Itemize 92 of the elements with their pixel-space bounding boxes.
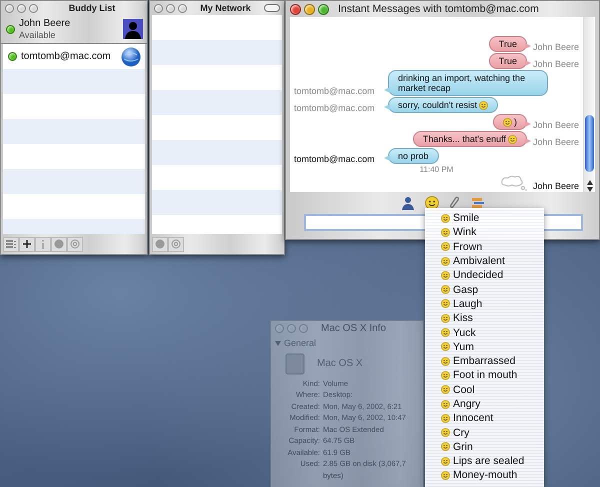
smiley-icon: [441, 442, 450, 452]
smiley-icon: [441, 242, 450, 252]
person-icon[interactable]: [400, 196, 414, 210]
list-icon: [6, 240, 16, 248]
add-button[interactable]: [19, 236, 35, 252]
window-title: Mac OS X Info: [321, 323, 386, 334]
close-button[interactable]: [290, 4, 301, 14]
volume-name: Mac OS X: [317, 358, 363, 370]
info-button[interactable]: [35, 236, 51, 252]
smiley-icon: [441, 385, 450, 394]
close-button[interactable]: [154, 4, 163, 12]
smiley-icon: [441, 299, 450, 308]
plus-icon: [23, 240, 31, 248]
smiley-icon: [502, 118, 512, 126]
window-title: Instant Messages with tomtomb@mac.com: [337, 3, 540, 15]
disclosure-triangle-icon[interactable]: [275, 340, 281, 346]
format-icon[interactable]: [470, 196, 484, 210]
chat-icon: [155, 239, 165, 249]
chat-icon: [54, 239, 64, 249]
smiley-icon: [441, 256, 450, 266]
smiley-icon: [441, 370, 450, 380]
smiley-icon: [441, 400, 450, 408]
smiley-icon: [441, 356, 450, 366]
email-button[interactable]: [67, 236, 83, 252]
menu-item[interactable]: Lips are sealed: [425, 454, 544, 468]
sender-name: John Beere: [532, 42, 579, 52]
menu-item[interactable]: Wink: [425, 225, 544, 240]
smiley-icon: [441, 470, 450, 480]
menu-item[interactable]: Foot in mouth: [425, 368, 544, 383]
menu-item[interactable]: Ambivalent: [425, 254, 544, 268]
zoom-button[interactable]: [178, 4, 187, 12]
scroll-down-arrow-icon[interactable]: [586, 187, 592, 192]
buddy-name: tomtomb@mac.com: [21, 50, 112, 62]
scrollbar[interactable]: [583, 17, 595, 192]
sender-name: tomtomb@mac.com: [294, 86, 376, 96]
avatar-silhouette-icon: [123, 19, 143, 39]
smiley-icon: [441, 285, 450, 294]
smiley-icon: [441, 270, 450, 280]
menu-item[interactable]: Undecided: [425, 268, 544, 282]
menu-item[interactable]: Laugh: [425, 296, 544, 312]
smiley-button-icon: [424, 196, 438, 210]
menu-item[interactable]: Cry: [425, 425, 544, 440]
sender-name: John Beere: [532, 181, 579, 191]
chat-button[interactable]: [152, 236, 168, 252]
smiley-icon: [441, 428, 450, 438]
list-button[interactable]: [3, 236, 19, 252]
window-title: My Network: [199, 3, 252, 13]
smiley-icon: [441, 414, 450, 423]
smiley-icon: [441, 328, 450, 338]
scroll-up-arrow-icon[interactable]: [586, 180, 592, 185]
window-title: Buddy List: [68, 3, 116, 13]
close-button[interactable]: [5, 4, 14, 12]
paperclip-icon[interactable]: [448, 196, 460, 210]
menu-item[interactable]: Money-mouth: [425, 468, 544, 483]
sender-name: tomtomb@mac.com: [294, 103, 376, 113]
toolbar-toggle-icon[interactable]: [264, 4, 280, 12]
menu-item[interactable]: Yuck: [425, 325, 544, 340]
smiley-icon: [441, 456, 450, 466]
menu-item[interactable]: Frown: [425, 240, 544, 254]
menu-item[interactable]: Grin: [425, 440, 544, 454]
smiley-icon: [441, 228, 450, 237]
minimize-button[interactable]: [17, 4, 26, 12]
zoom-button[interactable]: [29, 4, 38, 12]
menu-item[interactable]: Innocent: [425, 411, 544, 426]
email-button[interactable]: [168, 236, 184, 252]
smiley-icon: [441, 342, 450, 352]
status-label[interactable]: Available: [19, 30, 119, 40]
globe-icon: [121, 46, 141, 66]
chat-button[interactable]: [51, 236, 67, 252]
minimize-button[interactable]: [166, 4, 175, 12]
info-icon: [41, 240, 45, 248]
sender-name: John Beere: [532, 137, 579, 147]
scroll-thumb[interactable]: [585, 115, 594, 172]
user-name: John Beere: [19, 18, 72, 30]
buddy-row[interactable]: tomtomb@mac.com: [3, 44, 145, 69]
menu-item[interactable]: Gasp: [425, 282, 544, 297]
zoom-button[interactable]: [318, 4, 329, 14]
menu-item[interactable]: Smile: [425, 211, 544, 226]
timestamp: 11:40 PM: [420, 165, 454, 174]
menu-item[interactable]: Embarrassed: [425, 354, 544, 368]
minimize-button[interactable]: [304, 4, 315, 14]
sender-name: tomtomb@mac.com: [294, 154, 376, 164]
menu-item[interactable]: Cool: [425, 382, 544, 397]
smiley-icon: [441, 214, 450, 223]
smiley-icon: [441, 314, 450, 323]
sender-name: John Beere: [532, 120, 579, 130]
menu-item[interactable]: Angry: [425, 396, 544, 412]
smiley-icon: [479, 100, 488, 110]
menu-item[interactable]: Kiss: [425, 311, 544, 326]
smiley-icon: [508, 134, 517, 144]
sender-name: John Beere: [532, 59, 579, 69]
menu-item[interactable]: Yum: [425, 340, 544, 354]
